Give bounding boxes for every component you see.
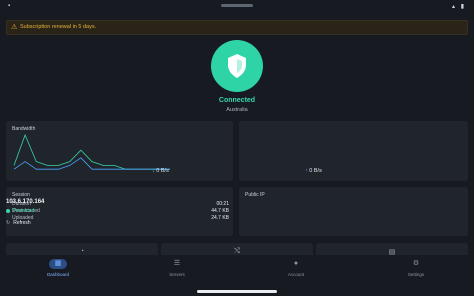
clock-icon: ▪ [8,3,11,9]
download-rate-value: 0 B/s [156,168,169,174]
nav-settings-label: Settings [407,272,425,277]
protected-dot-icon [6,209,10,213]
ip-address: 103.6.170.164 [6,199,45,205]
warning-icon: ⚠ [11,24,18,31]
dashboard-icon: ▦ [49,259,67,269]
download-rate: ↓ 0 B/s [152,168,169,174]
camera-notch [221,4,253,7]
download-arrow-icon: ↓ [152,168,155,174]
refresh-button[interactable]: ↻ Refresh [6,220,31,226]
session-title: Session [12,192,30,198]
downloaded-value: 44.7 KB [211,208,229,214]
connection-location: Australia [226,107,248,113]
connection-status: Connected [218,97,256,104]
bandwidth-card: Bandwidth ↓ 0 B/s [6,121,233,181]
public-ip-title: Public IP [245,192,265,198]
nav-settings[interactable]: ⚙ Settings [386,259,446,277]
account-icon: ● [293,260,299,267]
refresh-icon: ↻ [6,220,11,226]
system-icons: ▴ ▮ [452,4,466,10]
bandwidth-title: Bandwidth [12,126,36,132]
protection-status: Protected [13,208,35,214]
duration-value: 00:21 [216,201,229,207]
upload-rate-value: 0 B/s [309,168,322,174]
nav-dashboard-label: Dashboard [46,272,69,277]
shield-icon [228,54,246,78]
subscription-alert[interactable]: ⚠ Subscription renewal in 5 days. [6,20,468,35]
settings-icon: ⚙ [412,260,420,267]
nav-servers-label: Servers [169,272,185,277]
bandwidth-series-1 [13,157,170,170]
nav-account-label: Account [287,272,305,277]
upload-arrow-icon: ↑ [305,168,308,174]
nav-dashboard[interactable]: ▦ Dashboard [28,259,88,277]
nav-account[interactable]: ● Account [266,259,326,277]
alert-text: Subscription renewal in 5 days. [20,24,97,30]
speedometer-icon: ◔ [79,248,85,255]
refresh-label: Refresh [13,220,31,226]
bandwidth-card-right: ↑ 0 B/s [239,121,468,181]
public-ip-card: Public IP [239,187,468,236]
upload-rate: ↑ 0 B/s [305,168,322,174]
bandwidth-chart [13,133,170,170]
bandwidth-series-0 [13,133,170,170]
status-bar: ▪ ▴ ▮ [0,0,474,14]
session-card: Session Duration 00:21 Downloaded 44.7 K… [6,187,233,236]
servers-icon: ☰ [173,260,181,267]
connect-button[interactable] [211,40,263,92]
home-indicator[interactable] [197,290,277,293]
uploaded-value: 24.7 KB [211,215,229,221]
nav-servers[interactable]: ☰ Servers [147,259,207,277]
